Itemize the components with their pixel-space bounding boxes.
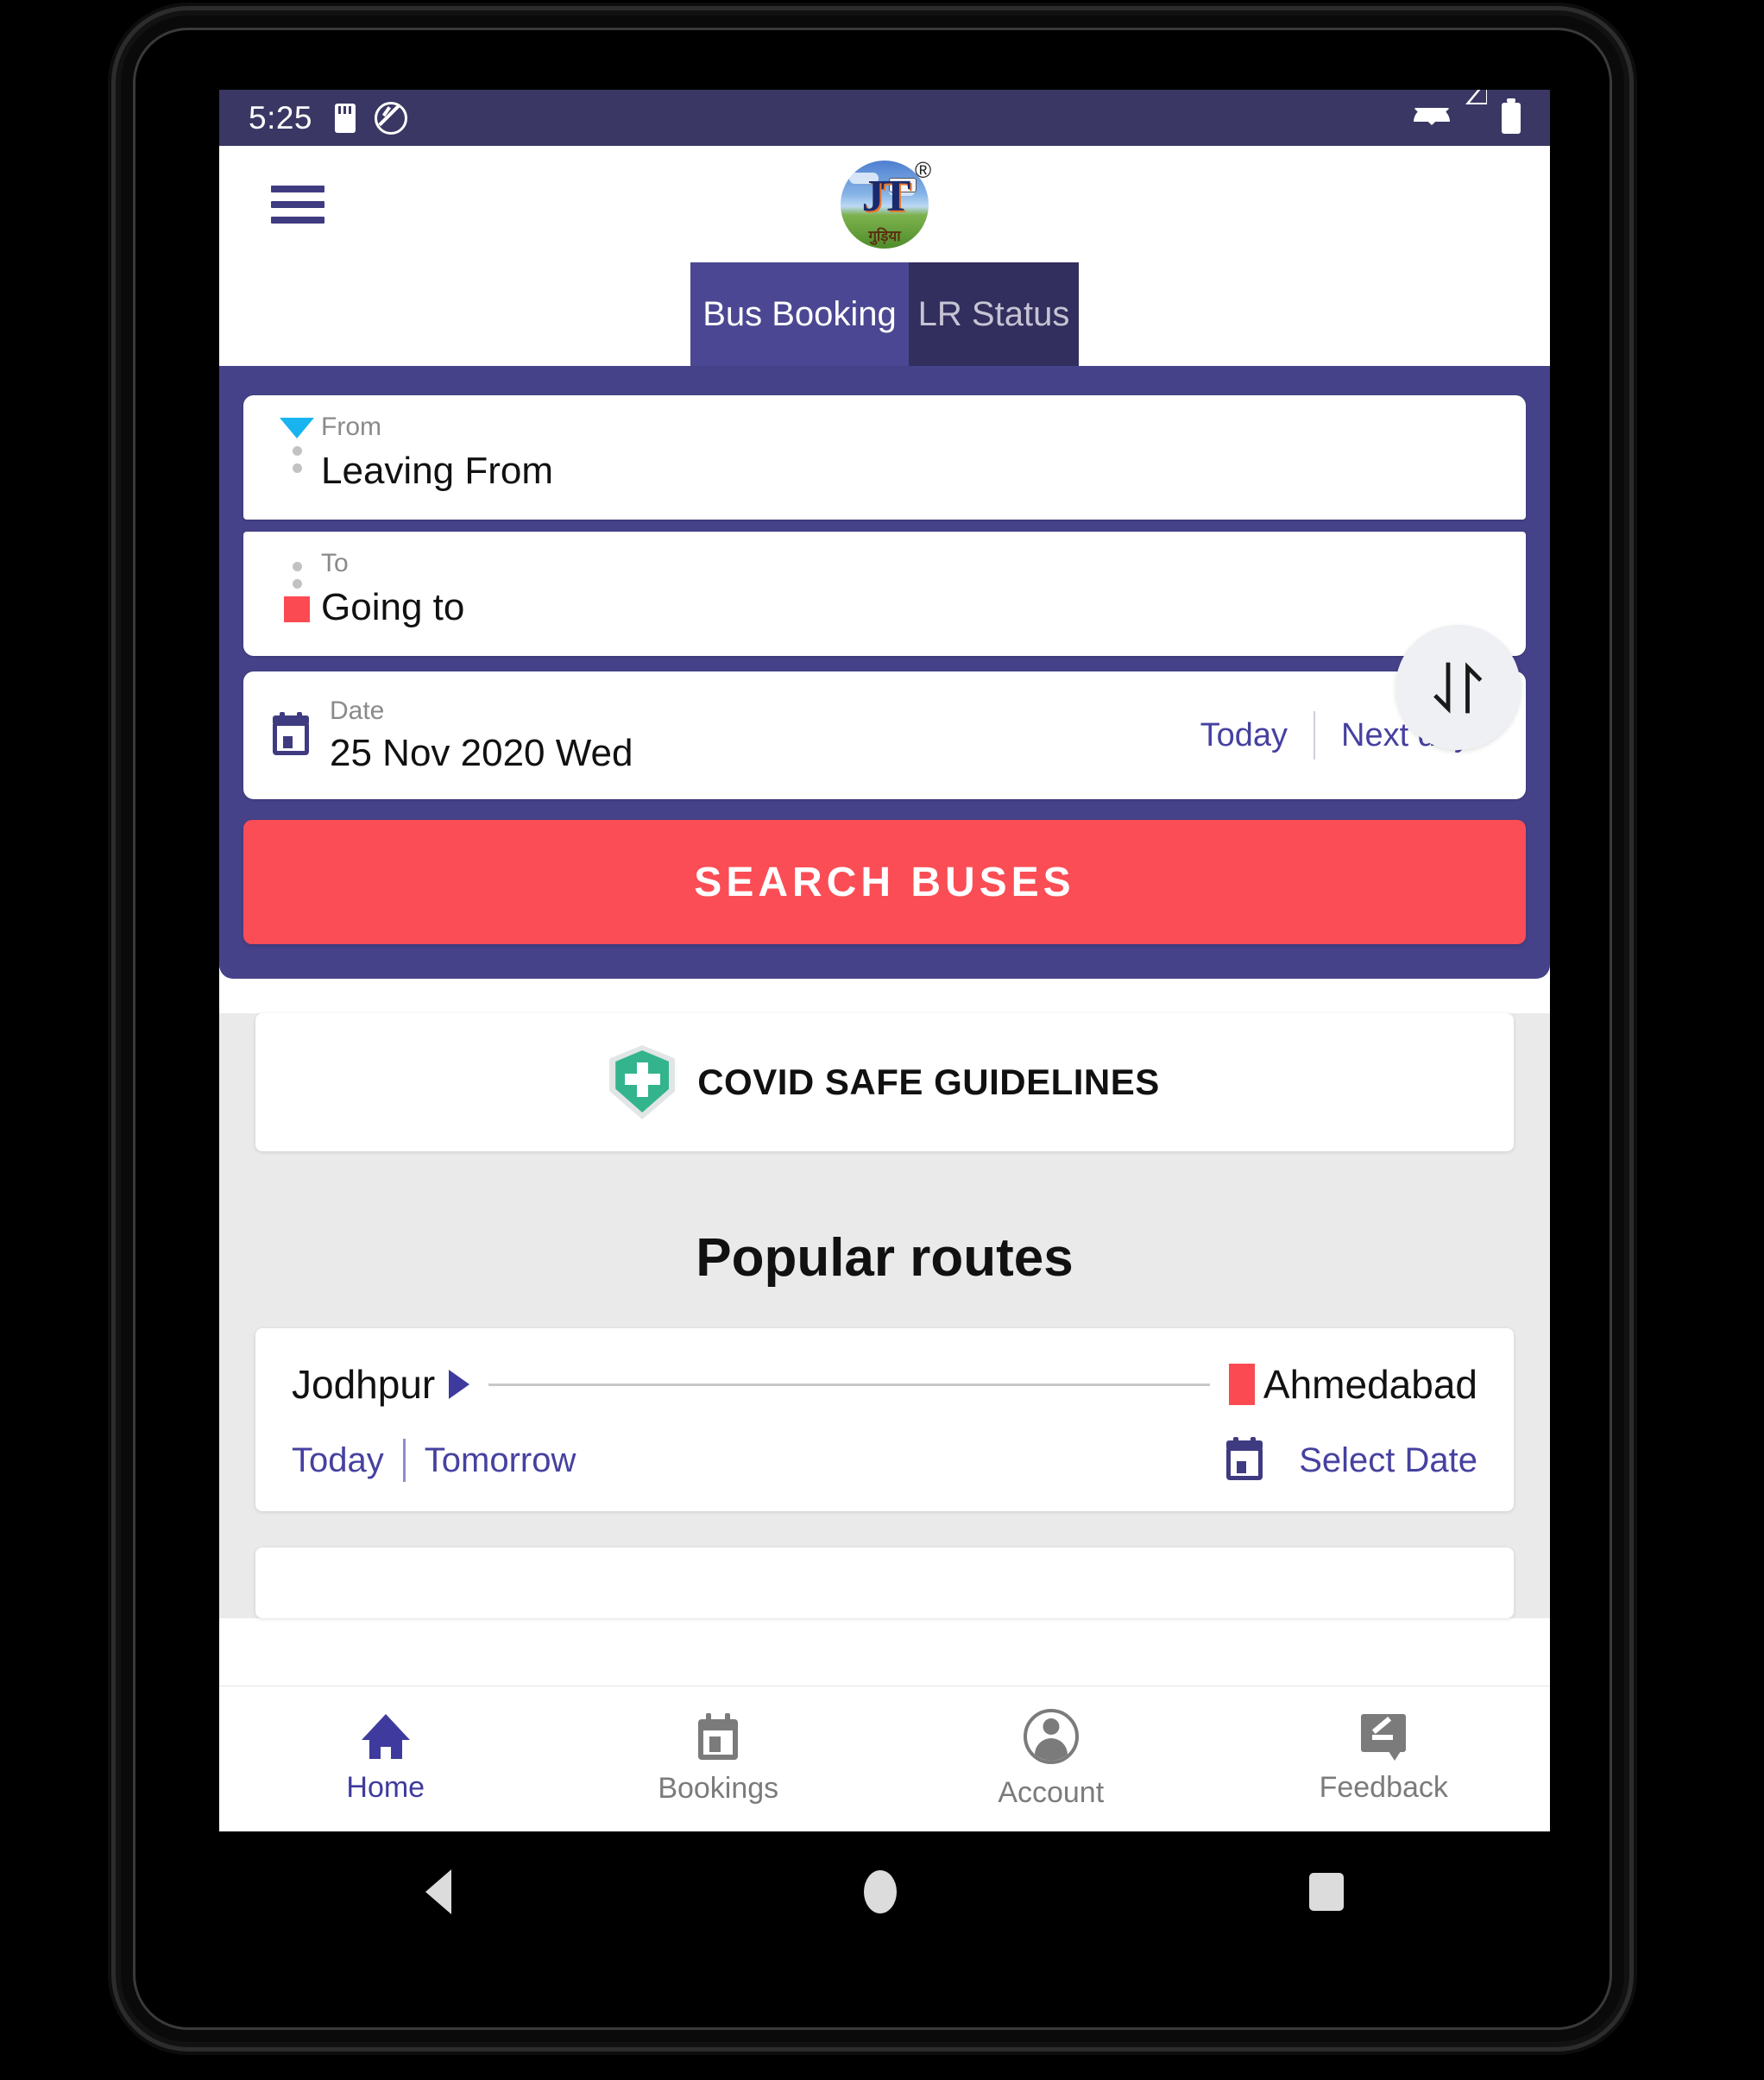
square-marker-icon [1228,1364,1255,1405]
status-bar-time: 5:25 [249,99,313,136]
to-value: Going to [321,586,465,628]
date-label: Date [330,696,385,725]
page-title: Popular routes [696,1228,1074,1288]
location-off-icon [375,101,408,135]
sd-card-icon [335,103,356,133]
calendar-icon [273,712,309,755]
from-label: From [321,413,381,441]
registered-trademark-icon: ® [915,156,932,183]
nav-label-account: Account [998,1775,1105,1809]
nav-item-bookings[interactable]: Bookings [552,1712,885,1806]
route-dots-icon [292,446,302,473]
phone-screen: 5:25 JT गुड़िया ® Bus Booking LR Status … [219,90,1550,1831]
nav-label-feedback: Feedback [1319,1770,1448,1804]
recents-square-icon[interactable] [1309,1873,1344,1911]
status-bar-right-icons [1414,90,1521,134]
to-marker-group [273,551,321,622]
route-select-date-button[interactable]: Select Date [1226,1437,1477,1480]
hamburger-menu-icon[interactable] [271,185,324,224]
square-marker-icon [284,596,310,622]
wifi-icon [1414,107,1450,125]
from-field[interactable]: From Leaving From [243,395,1526,520]
nav-item-feedback[interactable]: Feedback [1218,1713,1551,1805]
back-triangle-icon[interactable] [425,1869,451,1914]
tab-spacer-right [1079,262,1550,366]
signal-icon [1465,90,1487,131]
bottom-navigation: Home Bookings Account Feedback [219,1686,1550,1831]
app-bar: JT गुड़िया ® [219,146,1550,262]
route-dots-icon [292,562,302,589]
nav-label-bookings: Bookings [658,1771,779,1805]
route-endpoints: Jodhpur Ahmedabad [292,1361,1477,1408]
covid-safe-guidelines-banner[interactable]: COVID SAFE GUIDELINES [255,1013,1514,1151]
home-circle-icon[interactable] [864,1870,897,1913]
search-panel: From Leaving From To Going to Date 25 No… [219,366,1550,979]
route-today-button[interactable]: Today [292,1441,384,1480]
nav-item-home[interactable]: Home [219,1713,552,1805]
today-button[interactable]: Today [1175,717,1314,754]
triangle-down-icon [280,418,314,438]
swap-vertical-icon[interactable] [1395,625,1521,750]
popular-route-card[interactable]: Jodhpur Ahmedabad Today Tomorrow Select … [255,1328,1514,1511]
tab-spacer-left [219,262,690,366]
to-label: To [321,549,349,577]
route-connector-line [488,1383,1210,1386]
arrow-right-icon [449,1370,470,1399]
covid-banner-label: COVID SAFE GUIDELINES [697,1062,1160,1102]
route-actions: Today Tomorrow Select Date [292,1437,1477,1482]
status-bar-left-icons [335,101,408,135]
date-value: 25 Nov 2020 Wed [330,732,633,774]
to-field[interactable]: To Going to [243,532,1526,656]
route-tomorrow-button[interactable]: Tomorrow [425,1441,576,1480]
calendar-icon [1226,1437,1263,1480]
android-navigation-bar [219,1831,1550,1952]
tab-bus-booking[interactable]: Bus Booking [690,262,909,366]
bookings-calendar-icon [698,1712,739,1760]
route-to-city: Ahmedabad [1263,1362,1477,1407]
date-field[interactable]: Date 25 Nov 2020 Wed Today Next day [243,671,1526,799]
tab-bar: Bus Booking LR Status [219,262,1550,366]
from-value: Leaving From [321,450,554,492]
divider [402,1439,406,1482]
logo-subtext: गुड़िया [868,227,901,245]
popular-route-card-partial[interactable] [255,1547,1514,1618]
status-bar: 5:25 [219,90,1550,146]
nav-item-account[interactable]: Account [885,1708,1218,1810]
account-person-icon [1023,1708,1079,1764]
tab-lr-status[interactable]: LR Status [909,262,1079,366]
route-from-city: Jodhpur [292,1362,436,1407]
shield-cross-icon [609,1045,676,1119]
battery-icon [1502,98,1521,134]
nav-label-home: Home [346,1770,425,1804]
from-marker-group [273,414,321,473]
search-buses-button[interactable]: SEARCH BUSES [243,820,1526,944]
select-date-label[interactable]: Select Date [1299,1441,1477,1480]
home-icon [361,1713,410,1759]
content-area: COVID SAFE GUIDELINES Popular routes Jod… [219,1013,1550,1618]
app-logo: JT गुड़िया ® [841,157,931,249]
feedback-edit-icon [1361,1713,1407,1761]
